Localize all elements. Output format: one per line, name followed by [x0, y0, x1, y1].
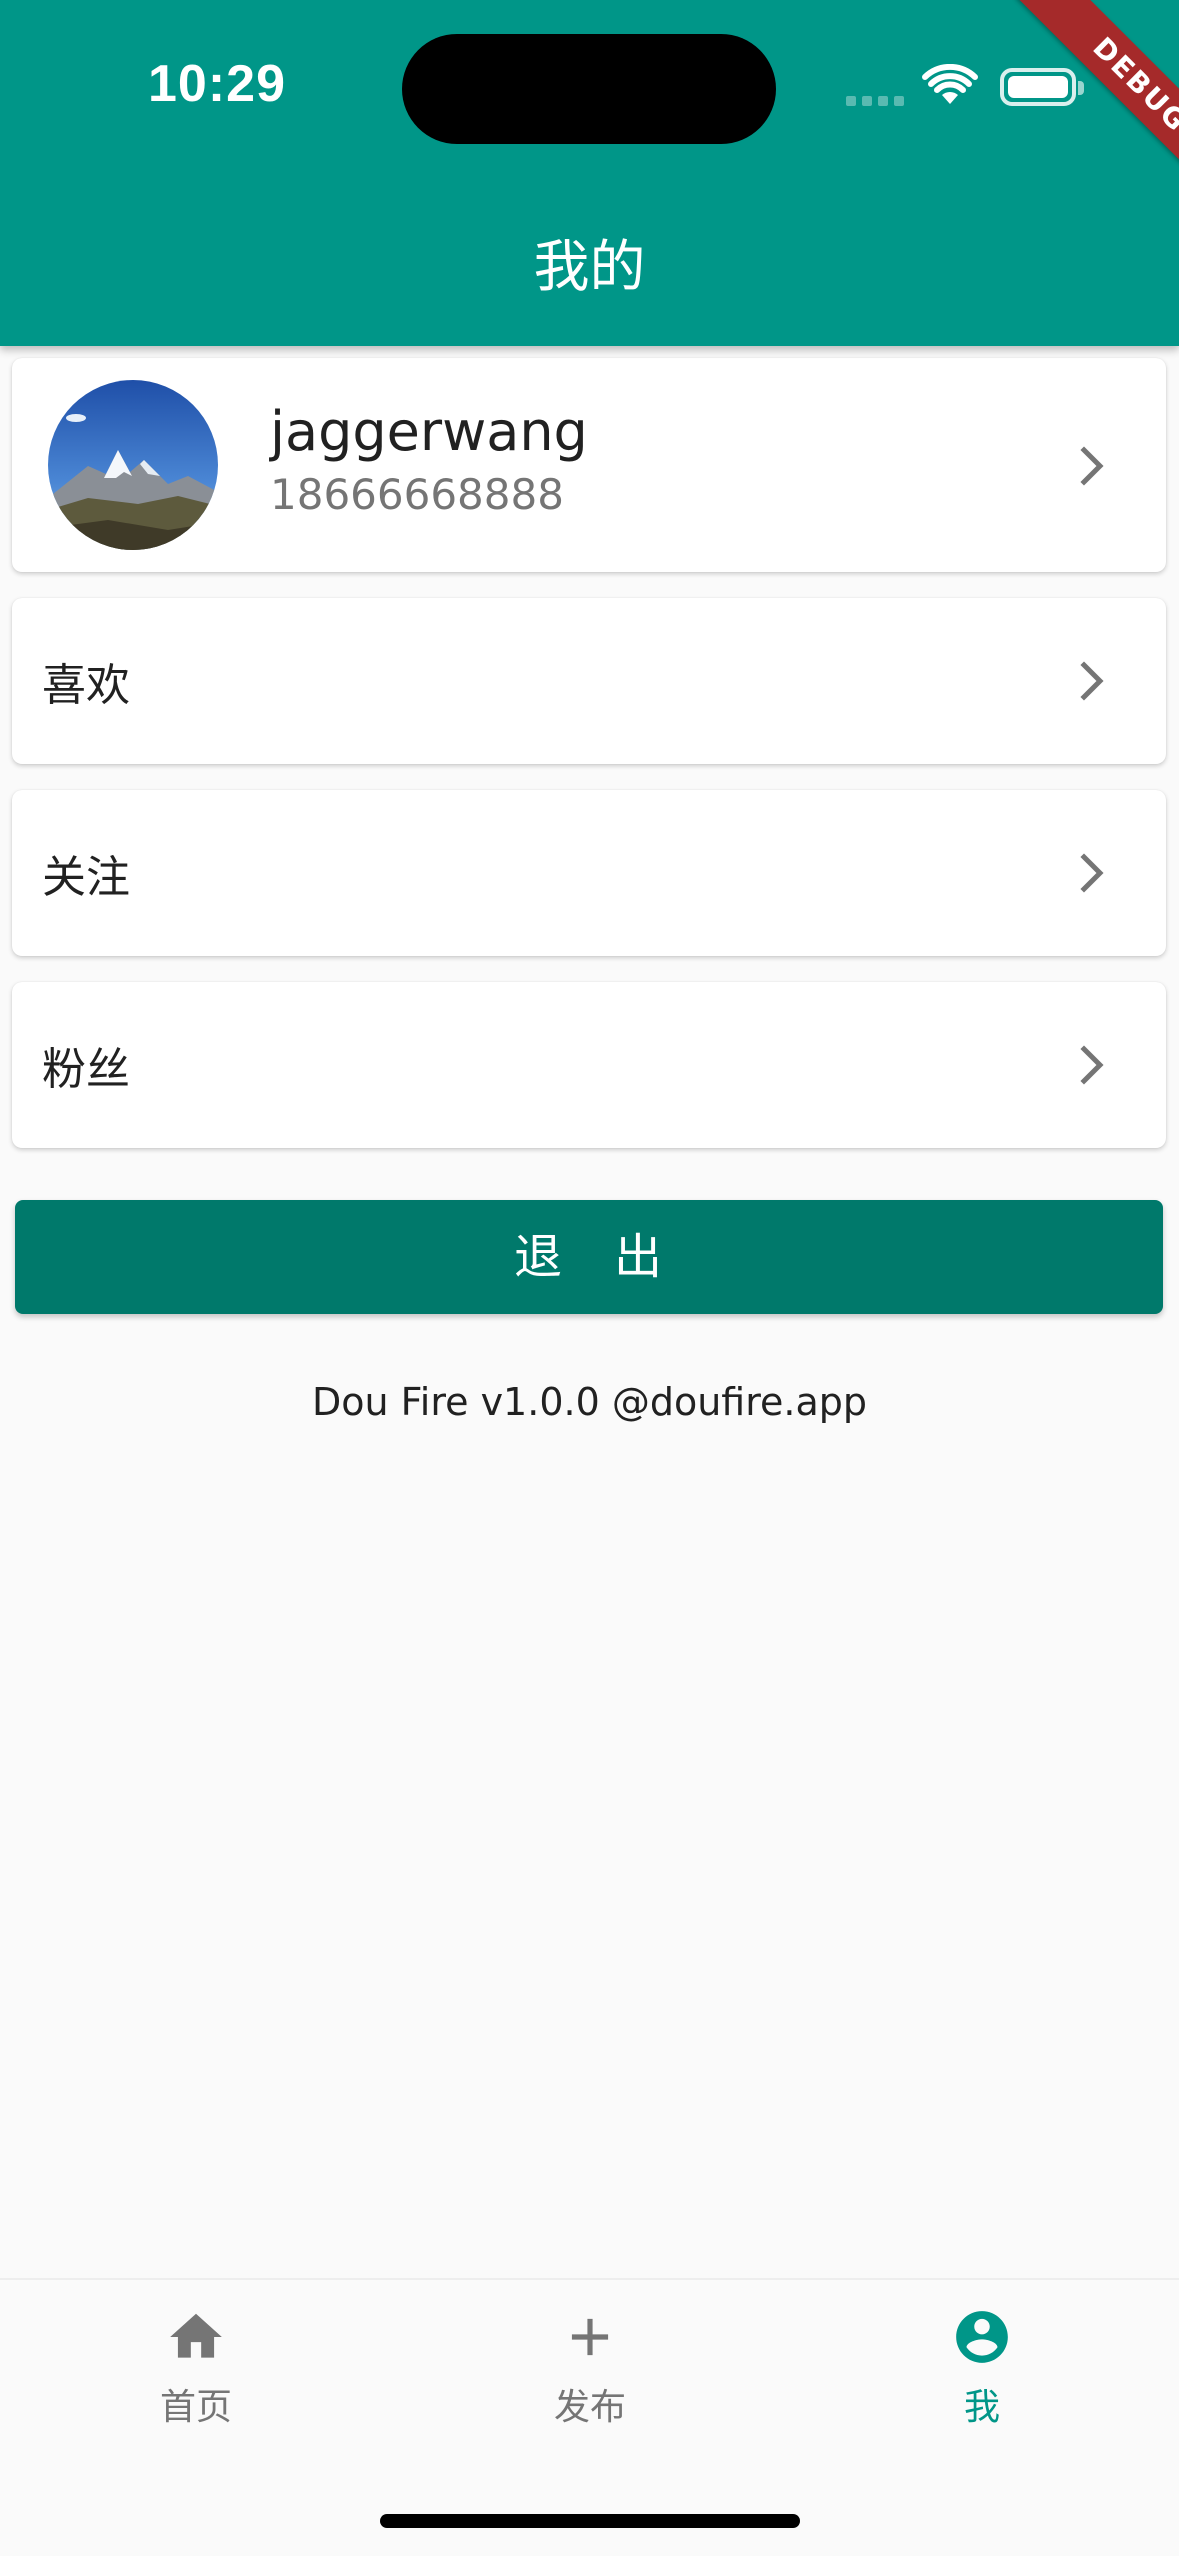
home-indicator — [380, 2514, 800, 2528]
add-icon — [571, 2318, 609, 2356]
avatar — [48, 380, 218, 550]
version-text: Dou Fire v1.0.0 @doufire.app — [312, 1380, 867, 1424]
menu-item-fans[interactable]: 粉丝 — [12, 982, 1166, 1148]
chevron-right-icon — [1080, 853, 1104, 893]
nav-item-home[interactable]: 首页 — [96, 2306, 296, 2430]
username: jaggerwang — [270, 400, 588, 463]
app-bar: 10:29 DEBUG 我的 — [0, 0, 1179, 346]
nav-label: 首页 — [159, 2387, 232, 2428]
battery-icon — [1000, 68, 1084, 106]
menu-item-label: 粉丝 — [42, 1044, 130, 1095]
status-time: 10:29 — [148, 55, 286, 113]
chevron-right-icon — [1080, 1045, 1104, 1085]
phone-number: 18666668888 — [270, 470, 564, 519]
menu-item-label: 喜欢 — [42, 660, 130, 711]
logout-button[interactable]: 退 出 — [15, 1200, 1163, 1314]
menu-item-following[interactable]: 关注 — [12, 790, 1166, 956]
nav-label: 发布 — [553, 2387, 626, 2428]
account-circle-icon — [956, 2311, 1008, 2363]
chevron-right-icon — [1080, 661, 1104, 701]
page-title: 我的 — [533, 235, 646, 300]
menu-item-likes[interactable]: 喜欢 — [12, 598, 1166, 764]
chevron-right-icon — [1080, 446, 1104, 486]
mountain-avatar-photo — [48, 380, 218, 550]
nav-item-publish[interactable]: 发布 — [490, 2306, 690, 2430]
cellular-signal-icon — [846, 96, 906, 108]
profile-card[interactable]: jaggerwang 18666668888 — [12, 358, 1166, 572]
wifi-icon — [922, 64, 978, 104]
nav-label: 我 — [963, 2387, 1000, 2428]
nav-item-me[interactable]: 我 — [882, 2306, 1082, 2430]
dynamic-island — [402, 34, 776, 144]
menu-item-label: 关注 — [42, 852, 130, 903]
home-icon — [170, 2313, 222, 2358]
